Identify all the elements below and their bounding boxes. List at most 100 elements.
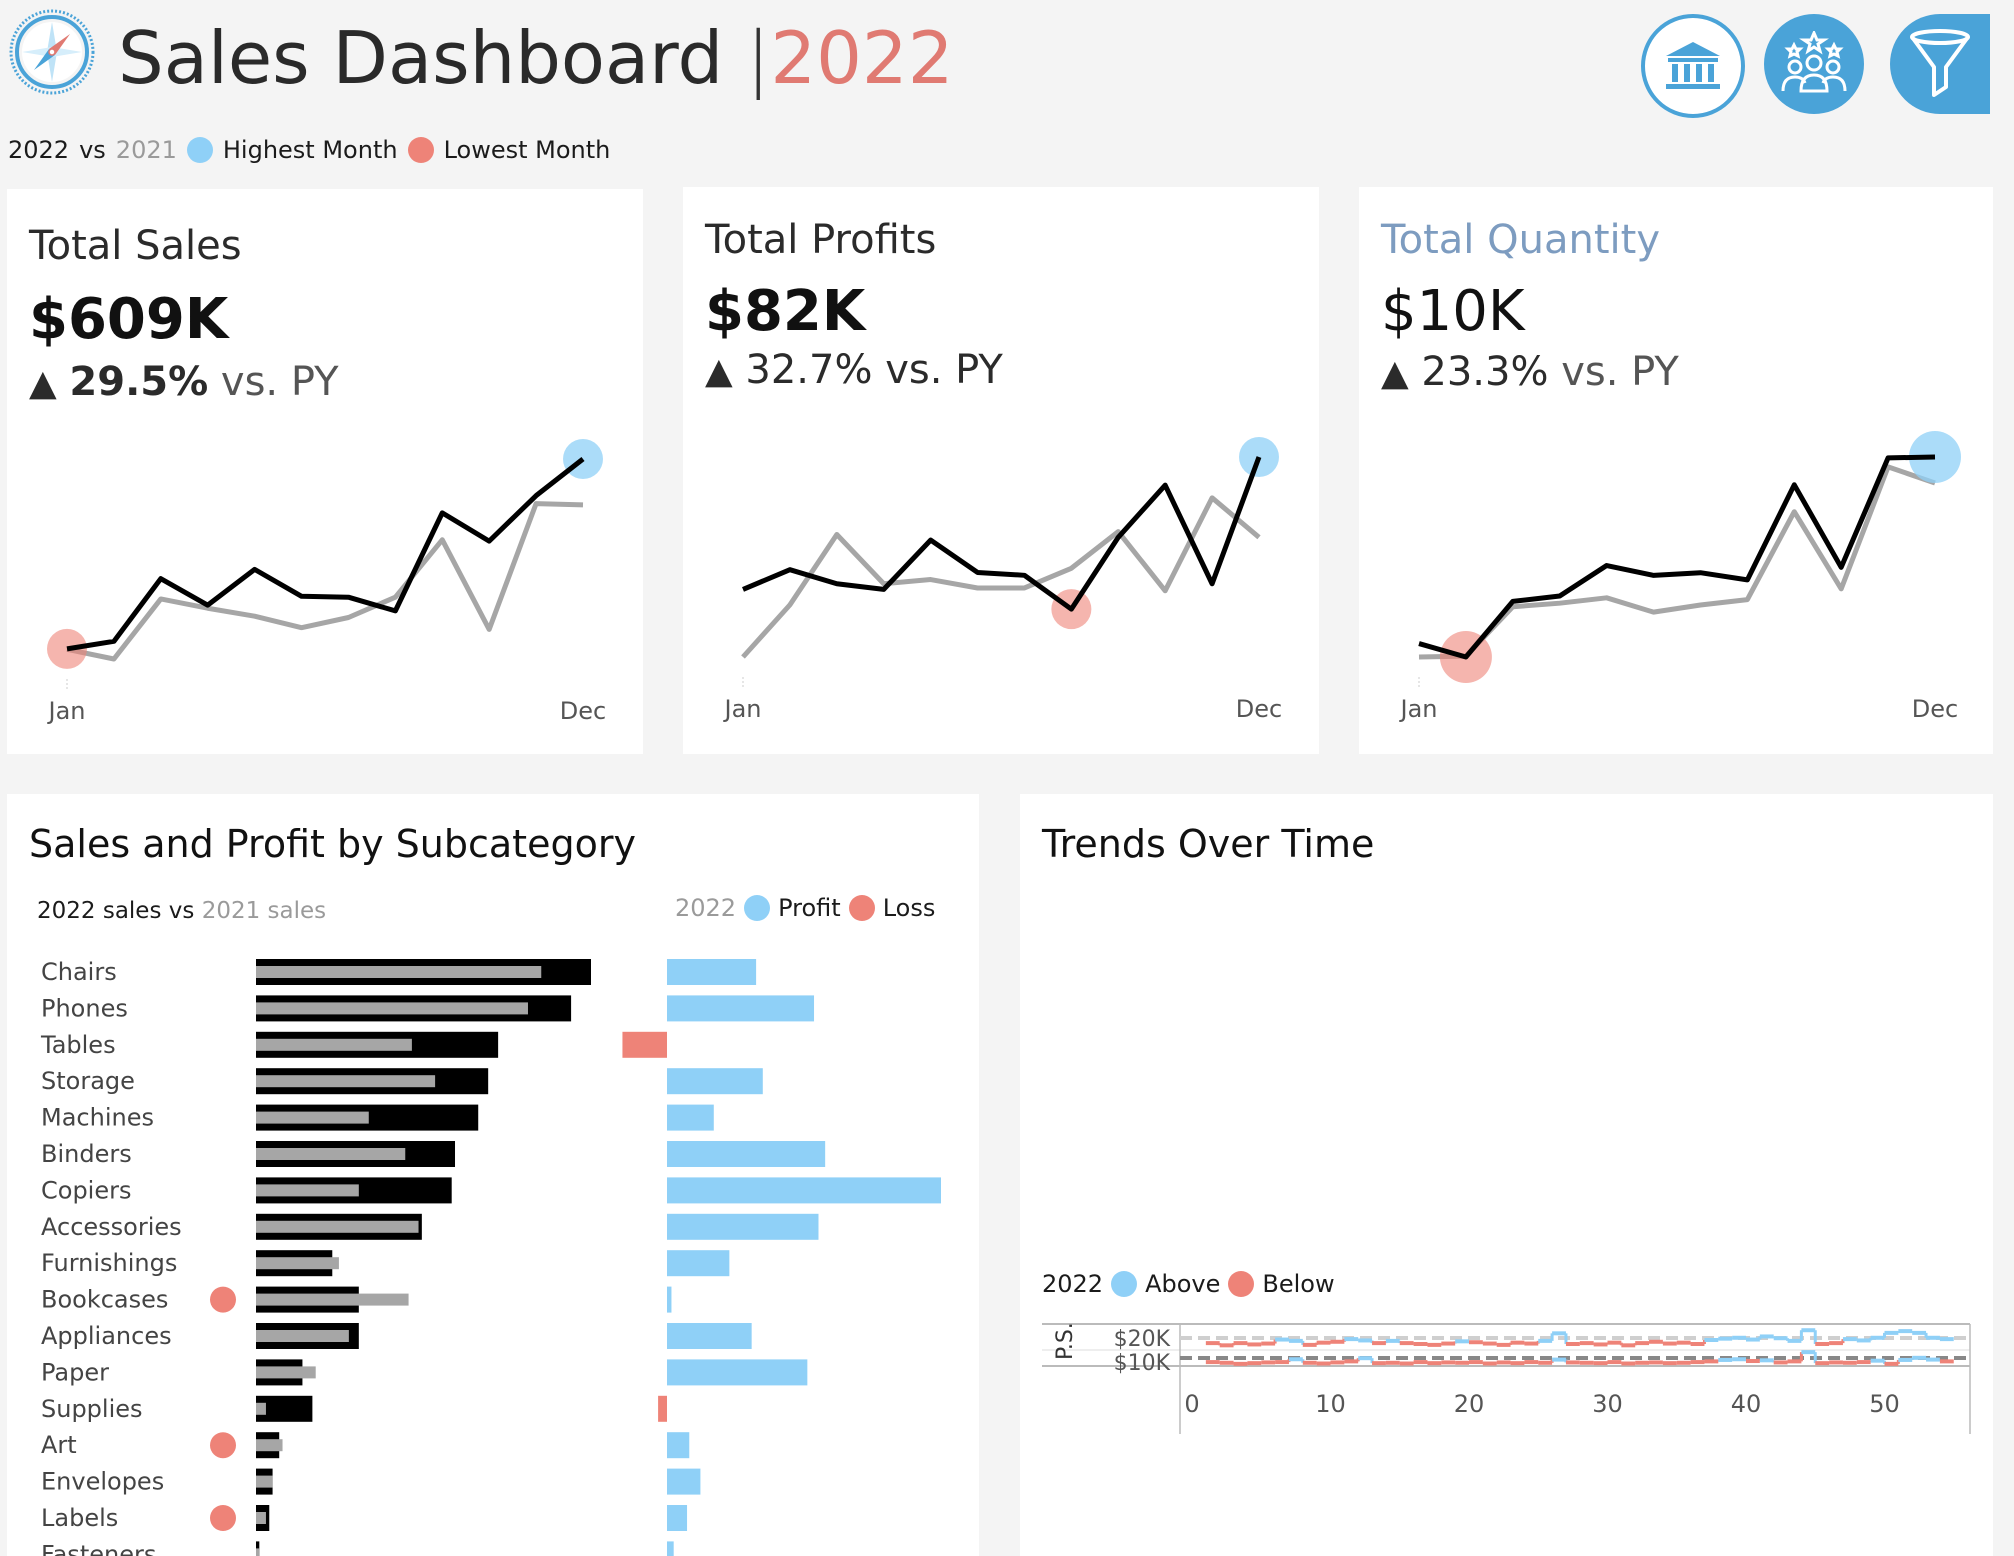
subcategory-bar-chart: Chairs Phones Tables Storage Machines Binders… — [40, 958, 941, 1556]
x-tick-label: Dec — [1912, 695, 1958, 723]
category-label: Chairs — [41, 958, 117, 986]
sales-2021-bar — [256, 1548, 260, 1556]
bank-icon — [1666, 42, 1720, 89]
profit-bar — [667, 1068, 763, 1095]
low-flag-dot — [210, 1432, 236, 1459]
category-label: Machines — [41, 1104, 154, 1132]
trends-line-chart: P.S. $20K$10K 0 10 20 30 40 50 — [1042, 1322, 1971, 1434]
filter-icon — [1910, 29, 1970, 97]
loss-bar — [658, 1395, 667, 1422]
x-tick-label: 0 — [1184, 1390, 1199, 1418]
sales-2021-bar — [256, 1148, 406, 1160]
sales-2021-bar — [256, 966, 542, 978]
sales-2021-bar — [256, 1002, 528, 1015]
above-dot — [1111, 1271, 1138, 1297]
profit-dot — [744, 895, 771, 921]
subcategory-panel: Sales and Profit by Subcategory 2022 sal… — [7, 794, 979, 1556]
category-label: Tables — [40, 1031, 116, 1059]
title-separator: | — [746, 16, 771, 100]
profit-bar — [667, 1104, 714, 1131]
legend-lowest: Lowest Month — [443, 136, 611, 164]
legend-prior-year: 2021 — [115, 136, 177, 164]
kpi-card-sales[interactable]: Total Sales $609K ▲ 29.5% vs. PY Jan Dec — [7, 189, 643, 754]
category-label: Envelopes — [41, 1468, 164, 1496]
y-tick-label: $20K — [1114, 1327, 1171, 1352]
sales-2021-bar — [256, 1111, 369, 1124]
bank-button[interactable] — [1641, 14, 1745, 118]
loss-bar — [622, 1031, 667, 1058]
x-tick-label: Jan — [1399, 695, 1438, 723]
profit-bar — [667, 959, 757, 985]
profit-bar — [667, 1286, 672, 1313]
legend-above: Above — [1145, 1270, 1221, 1298]
legend-sales-current: 2022 sales — [37, 898, 162, 924]
legend-profit: Profit — [778, 894, 841, 922]
category-label: Copiers — [41, 1176, 131, 1204]
sales-2021-bar — [256, 1075, 436, 1088]
x-tick-label: Dec — [1236, 695, 1282, 723]
low-flag-dot — [210, 1286, 236, 1313]
profit-bar — [667, 1468, 701, 1495]
sales-2021-bar — [256, 1475, 273, 1488]
sales-2021-bar — [256, 1038, 412, 1051]
sales-2021-bar — [256, 1220, 419, 1233]
legend-below: Below — [1262, 1270, 1335, 1298]
category-label: Fasteners — [41, 1540, 156, 1556]
sales-2021-bar — [256, 1330, 349, 1342]
x-tick-label: Jan — [47, 697, 86, 725]
legend-loss: Loss — [882, 894, 936, 922]
y-axis-label: P.S. — [1053, 1322, 1078, 1360]
profit-bar — [667, 1505, 688, 1531]
profit-bar — [667, 1359, 808, 1386]
trend-legend: 2022 Above Below — [1042, 1270, 1335, 1298]
sales-2021-bar — [256, 1366, 316, 1379]
y-tick-label: $10K — [1114, 1351, 1171, 1376]
sales-2021-bar — [256, 1184, 359, 1197]
sales-2021-bar — [256, 1439, 283, 1452]
profit-bar — [667, 1541, 674, 1556]
profit-bar — [667, 1432, 690, 1459]
trends-panel: Trends Over Time 2022 Above Below P.S. $2… — [1020, 794, 1993, 1556]
sales-2021-bar — [256, 1512, 266, 1524]
profit-legend: 2022 Profit Loss — [675, 894, 935, 922]
profit-bar — [667, 995, 815, 1022]
customers-button[interactable] — [1764, 14, 1864, 114]
category-label: Storage — [41, 1067, 135, 1095]
subcategory-title: Sales and Profit by Subcategory — [29, 822, 636, 866]
legend-profit-year: 2022 — [675, 894, 737, 922]
trends-title: Trends Over Time — [1042, 822, 1375, 866]
legend-vs: vs — [79, 136, 106, 164]
legend-sales-prior: 2021 sales — [201, 898, 327, 924]
legend-trend-year: 2022 — [1042, 1270, 1104, 1298]
category-label: Supplies — [41, 1395, 143, 1423]
low-flag-dot — [210, 1505, 236, 1531]
x-tick-label: 40 — [1731, 1390, 1762, 1418]
x-tick-label: 30 — [1592, 1390, 1623, 1418]
filter-button[interactable] — [1890, 14, 1990, 114]
highest-month-dot — [186, 137, 213, 163]
x-tick-label: 50 — [1869, 1390, 1900, 1418]
prior-year-line — [1418, 464, 1936, 660]
category-label: Furnishings — [41, 1249, 177, 1277]
compass-logo-icon — [9, 9, 95, 95]
category-label: Bookcases — [41, 1286, 168, 1314]
sales-2021-bar — [256, 1402, 266, 1415]
profit-bar — [667, 1250, 730, 1277]
loss-dot — [848, 895, 875, 921]
sales-sparkline: Jan Dec — [47, 439, 606, 725]
title-year: 2022 — [770, 16, 954, 100]
category-label: Art — [41, 1431, 77, 1459]
month-legend: 2022 vs 2021 Highest Month Lowest Month — [8, 134, 610, 166]
kpi-card-profits[interactable]: Total Profits $82K ▲ 32.7% vs. PY Jan Dec — [683, 187, 1319, 754]
sales-2021-bar — [256, 1257, 339, 1270]
profit-bar — [667, 1141, 826, 1167]
x-tick-label: Dec — [560, 697, 606, 725]
profit-bar — [667, 1213, 819, 1240]
sales-legend: 2022 sales vs 2021 sales — [37, 898, 326, 924]
legend-current-year: 2022 — [8, 136, 70, 164]
x-tick-label: 20 — [1454, 1390, 1485, 1418]
kpi-card-quantity[interactable]: Total Quantity $10K ▲ 23.3% vs. PY Jan De… — [1359, 187, 1993, 754]
category-label: Appliances — [41, 1322, 172, 1350]
category-label: Paper — [41, 1358, 109, 1386]
legend-sales-vs: vs — [168, 898, 195, 924]
